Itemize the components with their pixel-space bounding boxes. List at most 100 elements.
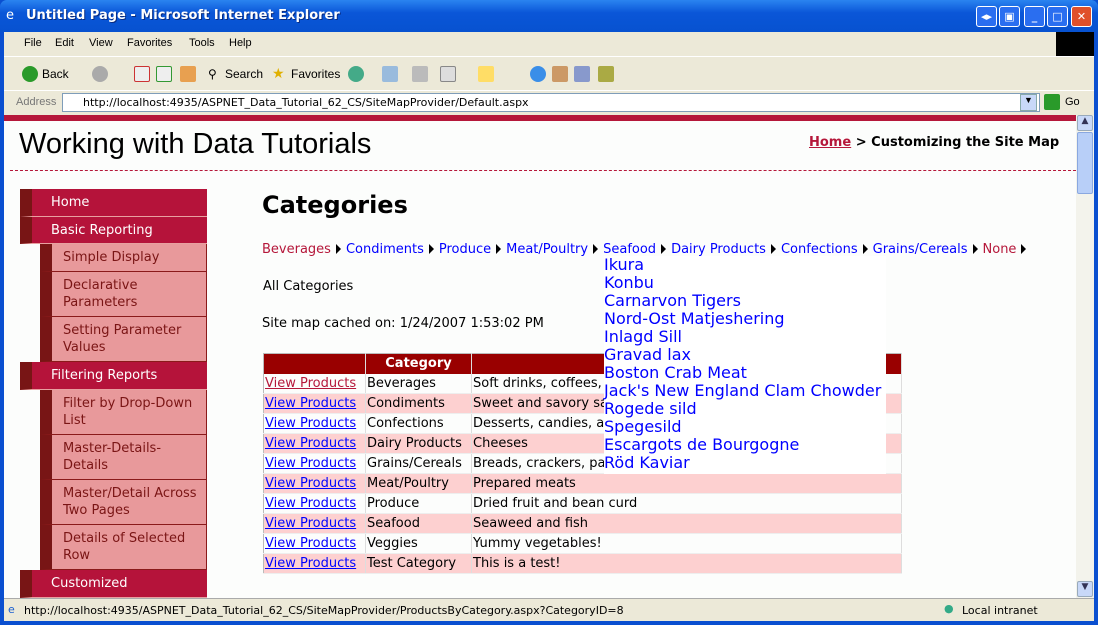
page-icon: e [8, 603, 15, 616]
title-bar: e Untitled Page - Microsoft Internet Exp… [0, 0, 1098, 32]
research-icon[interactable] [574, 66, 590, 82]
view-products-link[interactable]: View Products [265, 556, 356, 571]
close-button[interactable]: ✕ [1071, 6, 1092, 27]
extension-icon[interactable] [598, 66, 614, 82]
submenu-item[interactable]: Gravad lax [604, 346, 886, 364]
menu-favorites[interactable]: Favorites [127, 37, 172, 49]
address-dropdown-icon[interactable]: ▼ [1020, 94, 1037, 111]
view-products-link[interactable]: View Products [265, 376, 356, 391]
back-icon[interactable] [22, 66, 38, 82]
sidebar-item-basic-reporting[interactable]: Basic Reporting [20, 217, 207, 244]
menu-tools[interactable]: Tools [189, 37, 215, 49]
breadcrumb-home[interactable]: Home [809, 135, 851, 150]
submenu-item[interactable]: Spegesild [604, 418, 886, 436]
sidebar-item-customized[interactable]: Customized [20, 570, 207, 598]
submenu-item[interactable]: Nord-Ost Matjeshering [604, 310, 886, 328]
category-menu-item[interactable]: Grains/Cereals [873, 242, 968, 257]
windows-logo [1056, 32, 1094, 56]
sidebar-item-master-detail-two-pages[interactable]: Master/Detail Across Two Pages [40, 480, 207, 525]
edit-icon[interactable] [440, 66, 456, 82]
menu-edit[interactable]: Edit [55, 37, 74, 49]
submenu-item[interactable]: Escargots de Bourgogne [604, 436, 886, 454]
menu-file[interactable]: File [24, 37, 42, 49]
category-cell: Confections [365, 413, 472, 434]
sidebar-item-simple-display[interactable]: Simple Display [40, 244, 207, 272]
minimize-button[interactable]: _ [1024, 6, 1045, 27]
menu-view[interactable]: View [89, 37, 113, 49]
search-button[interactable]: Search [225, 67, 263, 81]
sidebar-item-master-details-details[interactable]: Master-Details-Details [40, 435, 207, 480]
table-row: View Products Seafood Seaweed and fish [263, 513, 902, 534]
category-menu-item[interactable]: Beverages [262, 242, 331, 257]
search-icon[interactable]: ⚲ [208, 67, 217, 81]
restore-icon[interactable]: ◂▸ [976, 6, 997, 27]
messenger-icon[interactable] [530, 66, 546, 82]
description-cell: Yummy vegetables! [471, 533, 902, 554]
back-button[interactable]: Back [42, 67, 69, 81]
sidebar-item-filtering-reports[interactable]: Filtering Reports [20, 362, 207, 390]
scroll-up-icon[interactable]: ▲ [1077, 115, 1093, 131]
address-input[interactable]: http://localhost:4935/ASPNET_Data_Tutori… [62, 93, 1040, 112]
menu-help[interactable]: Help [229, 37, 252, 49]
maximize-button[interactable]: □ [1047, 6, 1068, 27]
view-products-link[interactable]: View Products [265, 516, 356, 531]
submenu-item[interactable]: Röd Kaviar [604, 454, 886, 472]
view-products-link[interactable]: View Products [265, 416, 356, 431]
view-products-link[interactable]: View Products [265, 536, 356, 551]
note-icon[interactable] [478, 66, 494, 82]
submenu-item[interactable]: Ikura [604, 256, 886, 274]
divider [10, 170, 1076, 171]
category-menu-item[interactable]: Produce [439, 242, 491, 257]
sidebar-item-home[interactable]: Home [20, 189, 207, 217]
favorites-button[interactable]: Favorites [291, 67, 340, 81]
go-button[interactable]: Go [1065, 96, 1080, 108]
tool-icon[interactable] [552, 66, 568, 82]
view-products-link[interactable]: View Products [265, 496, 356, 511]
sidebar-item-declarative-parameters[interactable]: Declarative Parameters [40, 272, 207, 317]
sidebar-item-filter-by-dropdown[interactable]: Filter by Drop-Down List [40, 390, 207, 435]
view-products-link[interactable]: View Products [265, 456, 356, 471]
link-cell: View Products [263, 553, 366, 574]
scroll-down-icon[interactable]: ▼ [1077, 581, 1093, 597]
category-cell: Veggies [365, 533, 472, 554]
link-cell: View Products [263, 493, 366, 514]
forward-icon[interactable] [92, 66, 108, 82]
tile-icon[interactable]: ▣ [999, 6, 1020, 27]
refresh-icon[interactable] [156, 66, 172, 82]
page-title: Categories [262, 191, 408, 219]
view-products-link[interactable]: View Products [265, 436, 356, 451]
scroll-thumb[interactable] [1077, 132, 1093, 194]
history-icon[interactable] [348, 66, 364, 82]
sidebar-item-setting-parameter-values[interactable]: Setting Parameter Values [40, 317, 207, 362]
category-menu-item[interactable]: Meat/Poultry [506, 242, 588, 257]
home-icon[interactable] [180, 66, 196, 82]
breadcrumb-separator: > [855, 135, 867, 150]
category-menu-item[interactable]: Dairy Products [671, 242, 766, 257]
vertical-scrollbar[interactable]: ▲ ▼ [1076, 115, 1094, 598]
submenu-item[interactable]: Boston Crab Meat [604, 364, 886, 382]
arrow-right-icon [428, 244, 434, 254]
print-icon[interactable] [412, 66, 428, 82]
submenu-item[interactable]: Jack's New England Clam Chowder [604, 382, 886, 400]
description-cell: This is a test! [471, 553, 902, 574]
arrow-right-icon [593, 244, 599, 254]
submenu-item[interactable]: Konbu [604, 274, 886, 292]
sidebar-item-details-selected-row[interactable]: Details of Selected Row [40, 525, 207, 570]
submenu-item[interactable]: Inlagd Sill [604, 328, 886, 346]
page-content: Working with Data Tutorials Home > Custo… [4, 115, 1076, 598]
view-products-link[interactable]: View Products [265, 476, 356, 491]
favorites-icon[interactable]: ★ [272, 65, 285, 82]
link-cell: View Products [263, 453, 366, 474]
mail-icon[interactable] [382, 66, 398, 82]
submenu-item[interactable]: Rogede sild [604, 400, 886, 418]
category-menu-item[interactable]: None [983, 242, 1017, 257]
stop-icon[interactable] [134, 66, 150, 82]
category-menu-item[interactable]: Confections [781, 242, 858, 257]
arrow-right-icon [972, 244, 978, 254]
category-cell: Condiments [365, 393, 472, 414]
description-cell: Seaweed and fish [471, 513, 902, 534]
go-icon[interactable] [1044, 94, 1060, 110]
view-products-link[interactable]: View Products [265, 396, 356, 411]
submenu-item[interactable]: Carnarvon Tigers [604, 292, 886, 310]
category-menu-item[interactable]: Condiments [346, 242, 424, 257]
